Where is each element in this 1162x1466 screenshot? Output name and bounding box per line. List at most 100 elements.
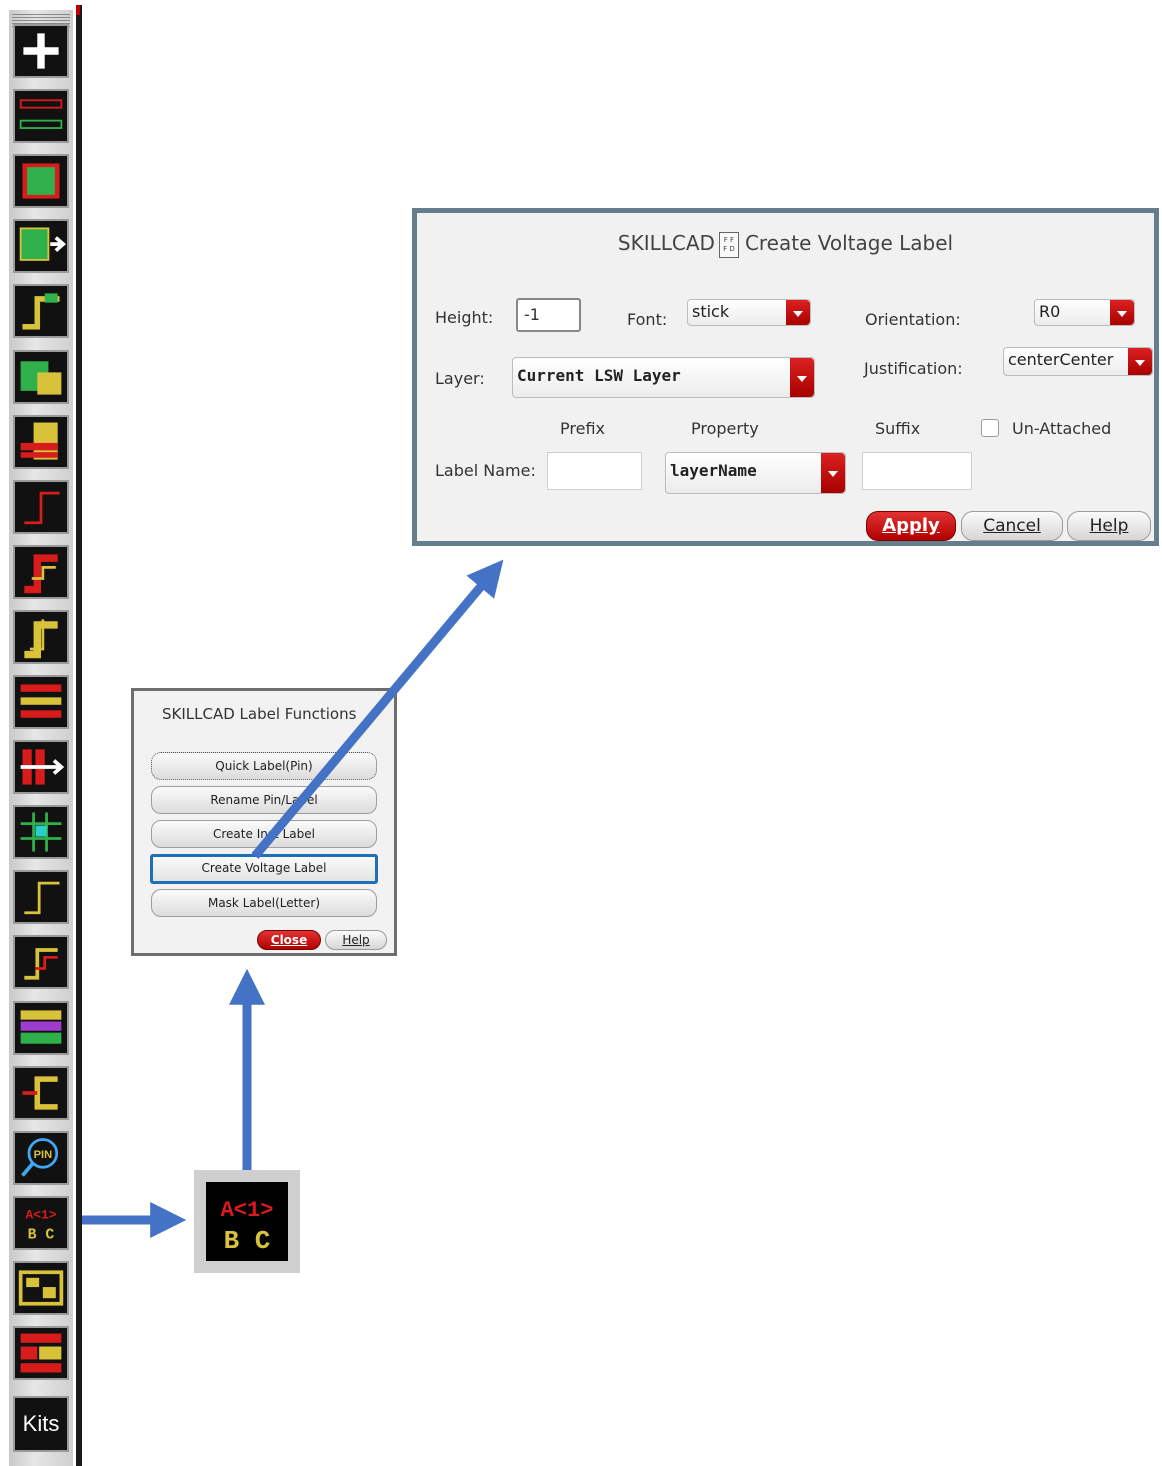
font-select[interactable]: stick: [687, 299, 811, 326]
toolbar-button-bracket-shape[interactable]: [13, 1065, 69, 1120]
toolbar-button-pattern-block[interactable]: [13, 1000, 69, 1055]
property-value: layerName: [670, 461, 757, 480]
toolbar-button-pin-search[interactable]: PIN: [13, 1130, 69, 1185]
bracket-shape-icon: [22, 1075, 58, 1110]
toolbar-button-frame-block[interactable]: [13, 1260, 69, 1315]
create-inst-label-button[interactable]: Create Inst Label: [151, 820, 377, 848]
unattached-label: Un-Attached: [1012, 419, 1112, 438]
toolbar-button-red-step-double[interactable]: [13, 544, 69, 599]
create-voltage-label-button[interactable]: Create Voltage Label: [150, 854, 378, 884]
prefix-header: Prefix: [560, 419, 605, 438]
suffix-header: Suffix: [875, 419, 921, 438]
unattached-checkbox[interactable]: [981, 419, 999, 437]
toolbar-button-green-block[interactable]: [13, 154, 69, 209]
cross-grid-icon: [20, 812, 62, 852]
chevron-down-icon[interactable]: [1110, 300, 1134, 325]
cross-plus-icon: [23, 33, 59, 69]
height-input[interactable]: -1: [516, 298, 581, 332]
red-step-icon: [24, 491, 60, 524]
svg-text:A<1>: A<1>: [25, 1207, 56, 1222]
toolbar-button-thin-step[interactable]: [13, 870, 69, 925]
title-prefix: SKILLCAD: [617, 231, 715, 255]
quick-label-pin-button[interactable]: Quick Label(Pin): [151, 752, 377, 780]
help-button[interactable]: Help: [1067, 511, 1151, 541]
toolbar-button-move-arrow[interactable]: [13, 740, 69, 795]
hatch-shapes-icon: [20, 360, 62, 395]
label-functions-dialog: SKILLCAD Label Functions Quick Label(Pin…: [131, 688, 397, 956]
height-label: Height:: [435, 308, 494, 327]
justification-select[interactable]: centerCenter: [1003, 347, 1153, 376]
thin-step-icon: [24, 882, 60, 915]
toolbar-button-orange-step[interactable]: [13, 935, 69, 990]
font-value: stick: [692, 302, 730, 321]
mask-label-letter-button[interactable]: Mask Label(Letter): [151, 889, 377, 917]
toolbar-button-move-grid[interactable]: [13, 219, 69, 274]
svg-text:B C: B C: [28, 1228, 55, 1244]
chevron-down-icon[interactable]: [821, 453, 845, 493]
layer-select[interactable]: Current LSW Layer: [512, 357, 815, 398]
help-button[interactable]: Help: [325, 930, 387, 950]
rename-pin-label-button[interactable]: Rename Pin/Label: [151, 786, 377, 814]
label-name-label: Label Name:: [435, 461, 536, 480]
toolbar-button-cross-grid[interactable]: [13, 805, 69, 860]
font-label: Font:: [627, 310, 668, 329]
cancel-button[interactable]: Cancel: [961, 511, 1063, 541]
orientation-value: R0: [1039, 302, 1061, 321]
toolbar-divider: [76, 5, 82, 1466]
toolbar-button-yellow-step[interactable]: [13, 609, 69, 664]
red-pattern-icon: [20, 1333, 62, 1373]
logo-bottom: F D: [723, 244, 735, 253]
property-select[interactable]: layerName: [665, 452, 846, 494]
toolbar-button-hatch-shapes[interactable]: [13, 349, 69, 404]
close-button[interactable]: Close: [257, 930, 321, 950]
chevron-down-icon[interactable]: [786, 300, 810, 325]
toolbar-divider-marker: [76, 5, 80, 15]
step-wire-icon: [22, 293, 60, 330]
chevron-down-icon[interactable]: [1128, 348, 1152, 375]
dialog-title: SKILLCAD F FF D Create Voltage Label: [417, 231, 1154, 258]
pin-search-icon: PIN: [21, 1137, 59, 1177]
justification-value: centerCenter: [1008, 350, 1114, 369]
kits-button[interactable]: Kits: [13, 1396, 69, 1452]
toolbar-button-red-pattern[interactable]: [13, 1326, 69, 1380]
zoom-icon-top-text: A<1>: [221, 1198, 274, 1223]
green-block-icon: [22, 163, 60, 199]
stripe-bars-icon: [19, 99, 63, 130]
move-arrow-icon: [20, 749, 65, 785]
toolbar-button-step-wire[interactable]: [13, 284, 69, 339]
layer-label: Layer:: [435, 369, 485, 388]
toolbar-button-stacked-layers[interactable]: [13, 414, 69, 469]
justification-label: Justification:: [864, 359, 963, 378]
svg-text:PIN: PIN: [34, 1149, 53, 1161]
zoom-icon-bottom-text: B C: [224, 1226, 271, 1256]
toolbar-button-label-abc[interactable]: A<1> B C: [13, 1195, 69, 1250]
label-functions-title: SKILLCAD Label Functions: [162, 705, 357, 723]
chevron-down-icon[interactable]: [790, 358, 814, 397]
zoomed-label-icon: A<1> B C: [194, 1170, 300, 1273]
create-voltage-label-body: SKILLCAD F FF D Create Voltage Label Heigh…: [417, 213, 1154, 541]
title-suffix: Create Voltage Label: [744, 231, 954, 255]
logo-top: F F: [723, 235, 735, 244]
label-functions-body: SKILLCAD Label Functions Quick Label(Pin…: [134, 691, 394, 953]
stacked-grid-icon: [20, 684, 62, 718]
stacked-layers-icon: [20, 422, 58, 460]
apply-button[interactable]: Apply: [866, 511, 956, 541]
move-grid-icon: [19, 227, 67, 262]
label-abc-icon: A<1> B C: [206, 1182, 288, 1261]
layer-value: Current LSW Layer: [517, 366, 681, 385]
toolbar-button-red-step[interactable]: [13, 479, 69, 534]
orange-step-icon: [24, 948, 58, 980]
orientation-label: Orientation:: [865, 310, 961, 329]
suffix-input[interactable]: [862, 452, 972, 490]
property-header: Property: [691, 419, 759, 438]
create-voltage-label-dialog: SKILLCAD F FF D Create Voltage Label Heigh…: [412, 208, 1159, 546]
red-step-double-icon: [24, 554, 58, 594]
pattern-block-icon: [20, 1009, 62, 1044]
skillcad-logo-icon: F FF D: [718, 231, 739, 258]
prefix-input[interactable]: [547, 452, 642, 490]
label-abc-icon: A<1> B C: [25, 1207, 56, 1244]
orientation-select[interactable]: R0: [1034, 299, 1135, 326]
toolbar-button-cross-plus[interactable]: [13, 24, 69, 78]
toolbar-button-stripe-bars[interactable]: [13, 89, 69, 144]
toolbar-button-stacked-grid[interactable]: [13, 675, 69, 729]
